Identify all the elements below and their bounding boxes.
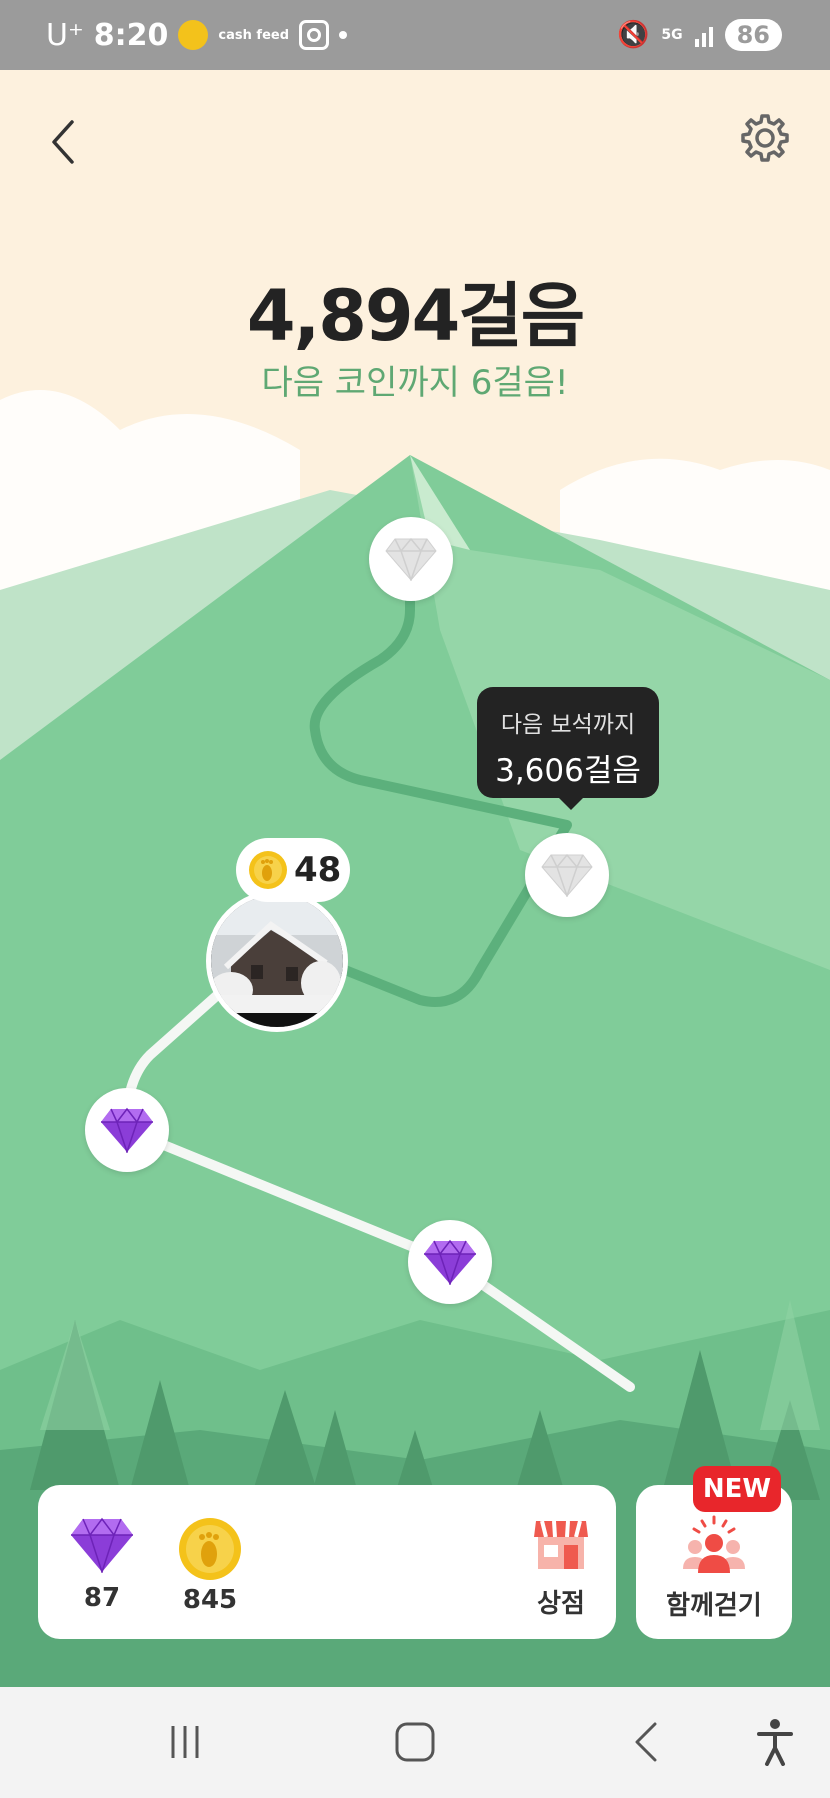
gem-count[interactable]: 87 [62,1517,142,1613]
cashfeed-sun-icon [178,20,209,50]
foot-coin-icon [249,851,287,889]
network-type: 5G [661,27,683,43]
carrier-label: U⁺ [46,17,84,53]
white-diamond-icon [385,537,437,581]
coin-reward-value: 48 [294,850,342,890]
system-nav-bar [0,1687,830,1798]
coin-reward-badge: 48 [236,838,350,902]
shop-button[interactable]: 상점 [516,1515,606,1620]
walking-map: 4,894걸음 다음 코인까지 6걸음! 다음 보석까지 3,606걸음 48 … [0,70,830,1687]
back-button[interactable] [40,112,90,172]
recent-apps-icon [171,1726,199,1758]
clock: 8:20 [93,17,169,53]
purple-diamond-icon [101,1107,153,1153]
snowy-house-photo [211,895,343,1027]
mute-icon: 🔇 [616,20,650,50]
tooltip-steps: 3,606걸음 [495,753,641,789]
coin-count[interactable]: 845 [170,1517,250,1615]
current-location-photo[interactable] [206,890,348,1032]
tooltip-title: 다음 보석까지 [500,712,636,738]
home-icon [395,1722,435,1762]
gem-count-value: 87 [83,1583,121,1613]
accessibility-icon [757,1719,793,1766]
signal-icon [694,23,713,47]
foot-coin-icon [179,1518,241,1580]
shop-label: 상점 [537,1589,585,1619]
cashfeed-logo: cash feed [218,27,290,43]
chevron-left-icon [52,120,74,164]
walk-together-label: 함께걷기 [666,1591,762,1621]
status-bar: U⁺ 8:20 cash feed 🔇 5G 86 [0,0,830,70]
next-coin-hint: 다음 코인까지 6걸음! [261,363,569,403]
accessibility-button[interactable] [740,1717,810,1767]
recent-apps-button[interactable] [150,1717,220,1767]
inventory-panel: 87 845 상점 [38,1485,616,1639]
white-diamond-icon [541,853,593,897]
instagram-icon [299,20,330,50]
group-people-icon [683,1515,745,1573]
gem-node-locked[interactable] [369,517,453,601]
gem-node-next[interactable] [525,833,609,917]
gem-node-collected[interactable] [408,1220,492,1304]
gem-node-collected[interactable] [85,1088,169,1172]
coin-count-value: 845 [182,1585,238,1615]
purple-diamond-icon [424,1239,476,1285]
gear-icon [741,114,789,162]
purple-diamond-icon [71,1517,133,1575]
notification-dot-icon [339,31,348,39]
settings-button[interactable] [737,110,793,166]
home-button[interactable] [380,1717,450,1767]
total-steps: 4,894걸음 [246,275,585,357]
battery-level: 86 [724,19,782,51]
new-badge: NEW [693,1466,781,1512]
back-arrow-icon [635,1722,657,1762]
next-gem-tooltip: 다음 보석까지 3,606걸음 [477,687,659,810]
system-back-button[interactable] [612,1717,682,1767]
store-icon [534,1520,588,1569]
